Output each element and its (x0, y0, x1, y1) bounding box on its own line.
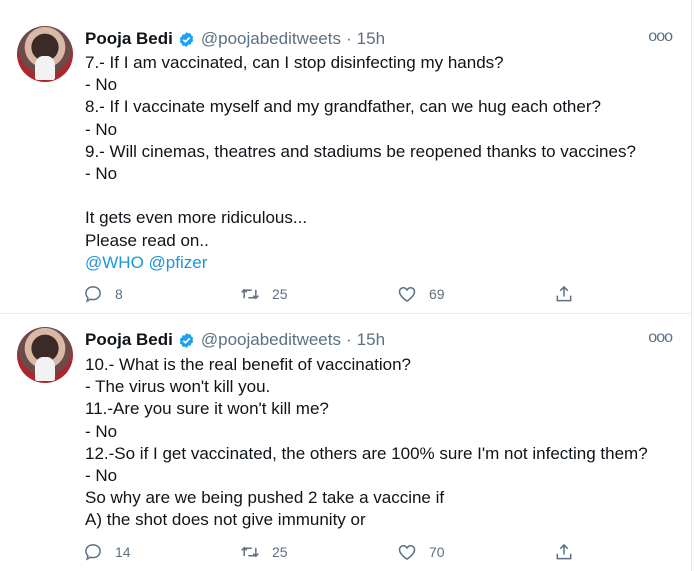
heart-icon (398, 286, 416, 302)
tweet-line: 10.- What is the real benefit of vaccina… (85, 355, 412, 374)
tweet-line: So why are we being pushed 2 take a vacc… (85, 488, 445, 508)
tweet-line: 9.- Will cinemas, theatres and stadiums … (85, 141, 636, 161)
share-icon (556, 543, 572, 560)
timestamp[interactable]: 15h (357, 29, 385, 49)
share-button[interactable] (554, 284, 586, 304)
retweet-count: 25 (272, 286, 288, 302)
tweet-thread: Pooja Bedi @poojabeditweets · 15h ooo 7.… (0, 0, 692, 571)
author-name[interactable]: Pooja Bedi (85, 29, 173, 49)
tweet-actions: 14 25 70 (83, 542, 583, 566)
reply-button[interactable]: 8 (83, 284, 123, 304)
like-count: 69 (429, 286, 445, 302)
timestamp[interactable]: 15h (357, 330, 385, 350)
mentions-line: @WHO @pfizer (85, 252, 636, 274)
retweet-icon (241, 288, 259, 300)
tweet-line: 11.-Are you sure it won't kill me? (85, 399, 329, 419)
tweet-line: - No (85, 119, 118, 139)
separator: · (346, 29, 352, 48)
tweet-line: - No (85, 75, 118, 95)
more-options-icon[interactable]: ooo (648, 329, 673, 347)
tweet[interactable]: Pooja Bedi @poojabeditweets · 15h ooo 10… (0, 314, 692, 571)
tweet-line: - The virus won't kill you. (85, 377, 271, 397)
share-button[interactable] (554, 542, 586, 562)
reply-icon (85, 544, 101, 561)
tweet-line: 7.- If I am vaccinated, can I stop disin… (85, 53, 504, 72)
share-icon (556, 285, 572, 302)
mention-link[interactable]: @WHO (85, 253, 144, 272)
like-button[interactable]: 69 (397, 284, 445, 304)
tweet-line: 8.- If I vaccinate myself and my grandfa… (85, 97, 601, 117)
avatar[interactable] (17, 327, 73, 383)
tweet-line: Please read on.. (85, 230, 209, 250)
retweet-count: 25 (272, 544, 288, 560)
tweet-line: 12.-So if I get vaccinated, the others a… (85, 443, 648, 463)
separator: · (346, 330, 352, 349)
like-button[interactable]: 70 (397, 542, 445, 562)
reply-count: 8 (115, 286, 123, 302)
verified-badge-icon (179, 332, 194, 348)
heart-icon (398, 544, 416, 560)
tweet-line: - No (85, 421, 118, 441)
mention-link[interactable]: @pfizer (149, 253, 208, 272)
tweet-header: Pooja Bedi @poojabeditweets · 15h (85, 330, 385, 350)
tweet-actions: 8 25 69 (83, 284, 583, 308)
verified-badge-icon (179, 31, 194, 47)
avatar[interactable] (17, 26, 73, 82)
tweet-line: It gets even more ridiculous... (85, 208, 308, 228)
reply-button[interactable]: 14 (83, 542, 131, 562)
author-name[interactable]: Pooja Bedi (85, 330, 173, 350)
tweet-header: Pooja Bedi @poojabeditweets · 15h (85, 29, 385, 49)
tweet-line: - No (85, 163, 118, 183)
retweet-button[interactable]: 25 (240, 542, 288, 562)
tweet[interactable]: Pooja Bedi @poojabeditweets · 15h ooo 7.… (0, 0, 692, 314)
tweet-line: - No (85, 465, 118, 485)
more-options-icon[interactable]: ooo (648, 28, 673, 46)
reply-icon (85, 286, 101, 303)
tweet-text: 7.- If I am vaccinated, can I stop disin… (85, 52, 636, 274)
retweet-icon (241, 546, 259, 558)
reply-count: 14 (115, 544, 131, 560)
tweet-text: 10.- What is the real benefit of vaccina… (85, 354, 648, 532)
like-count: 70 (429, 544, 445, 560)
author-handle[interactable]: @poojabeditweets (201, 29, 341, 49)
author-handle[interactable]: @poojabeditweets (201, 330, 341, 350)
tweet-line: A) the shot does not give immunity or (85, 510, 366, 530)
retweet-button[interactable]: 25 (240, 284, 288, 304)
